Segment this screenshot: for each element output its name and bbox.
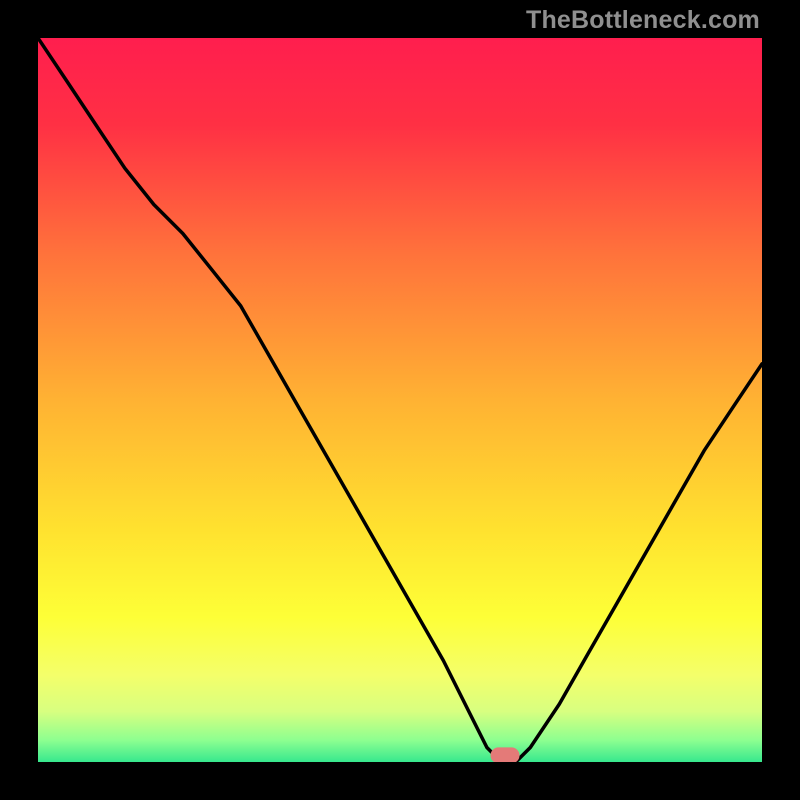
plot-area	[38, 38, 762, 762]
marker-pill	[491, 747, 520, 762]
chart-container: TheBottleneck.com	[0, 0, 800, 800]
watermark-text: TheBottleneck.com	[526, 6, 760, 35]
bottleneck-curve	[38, 38, 762, 762]
